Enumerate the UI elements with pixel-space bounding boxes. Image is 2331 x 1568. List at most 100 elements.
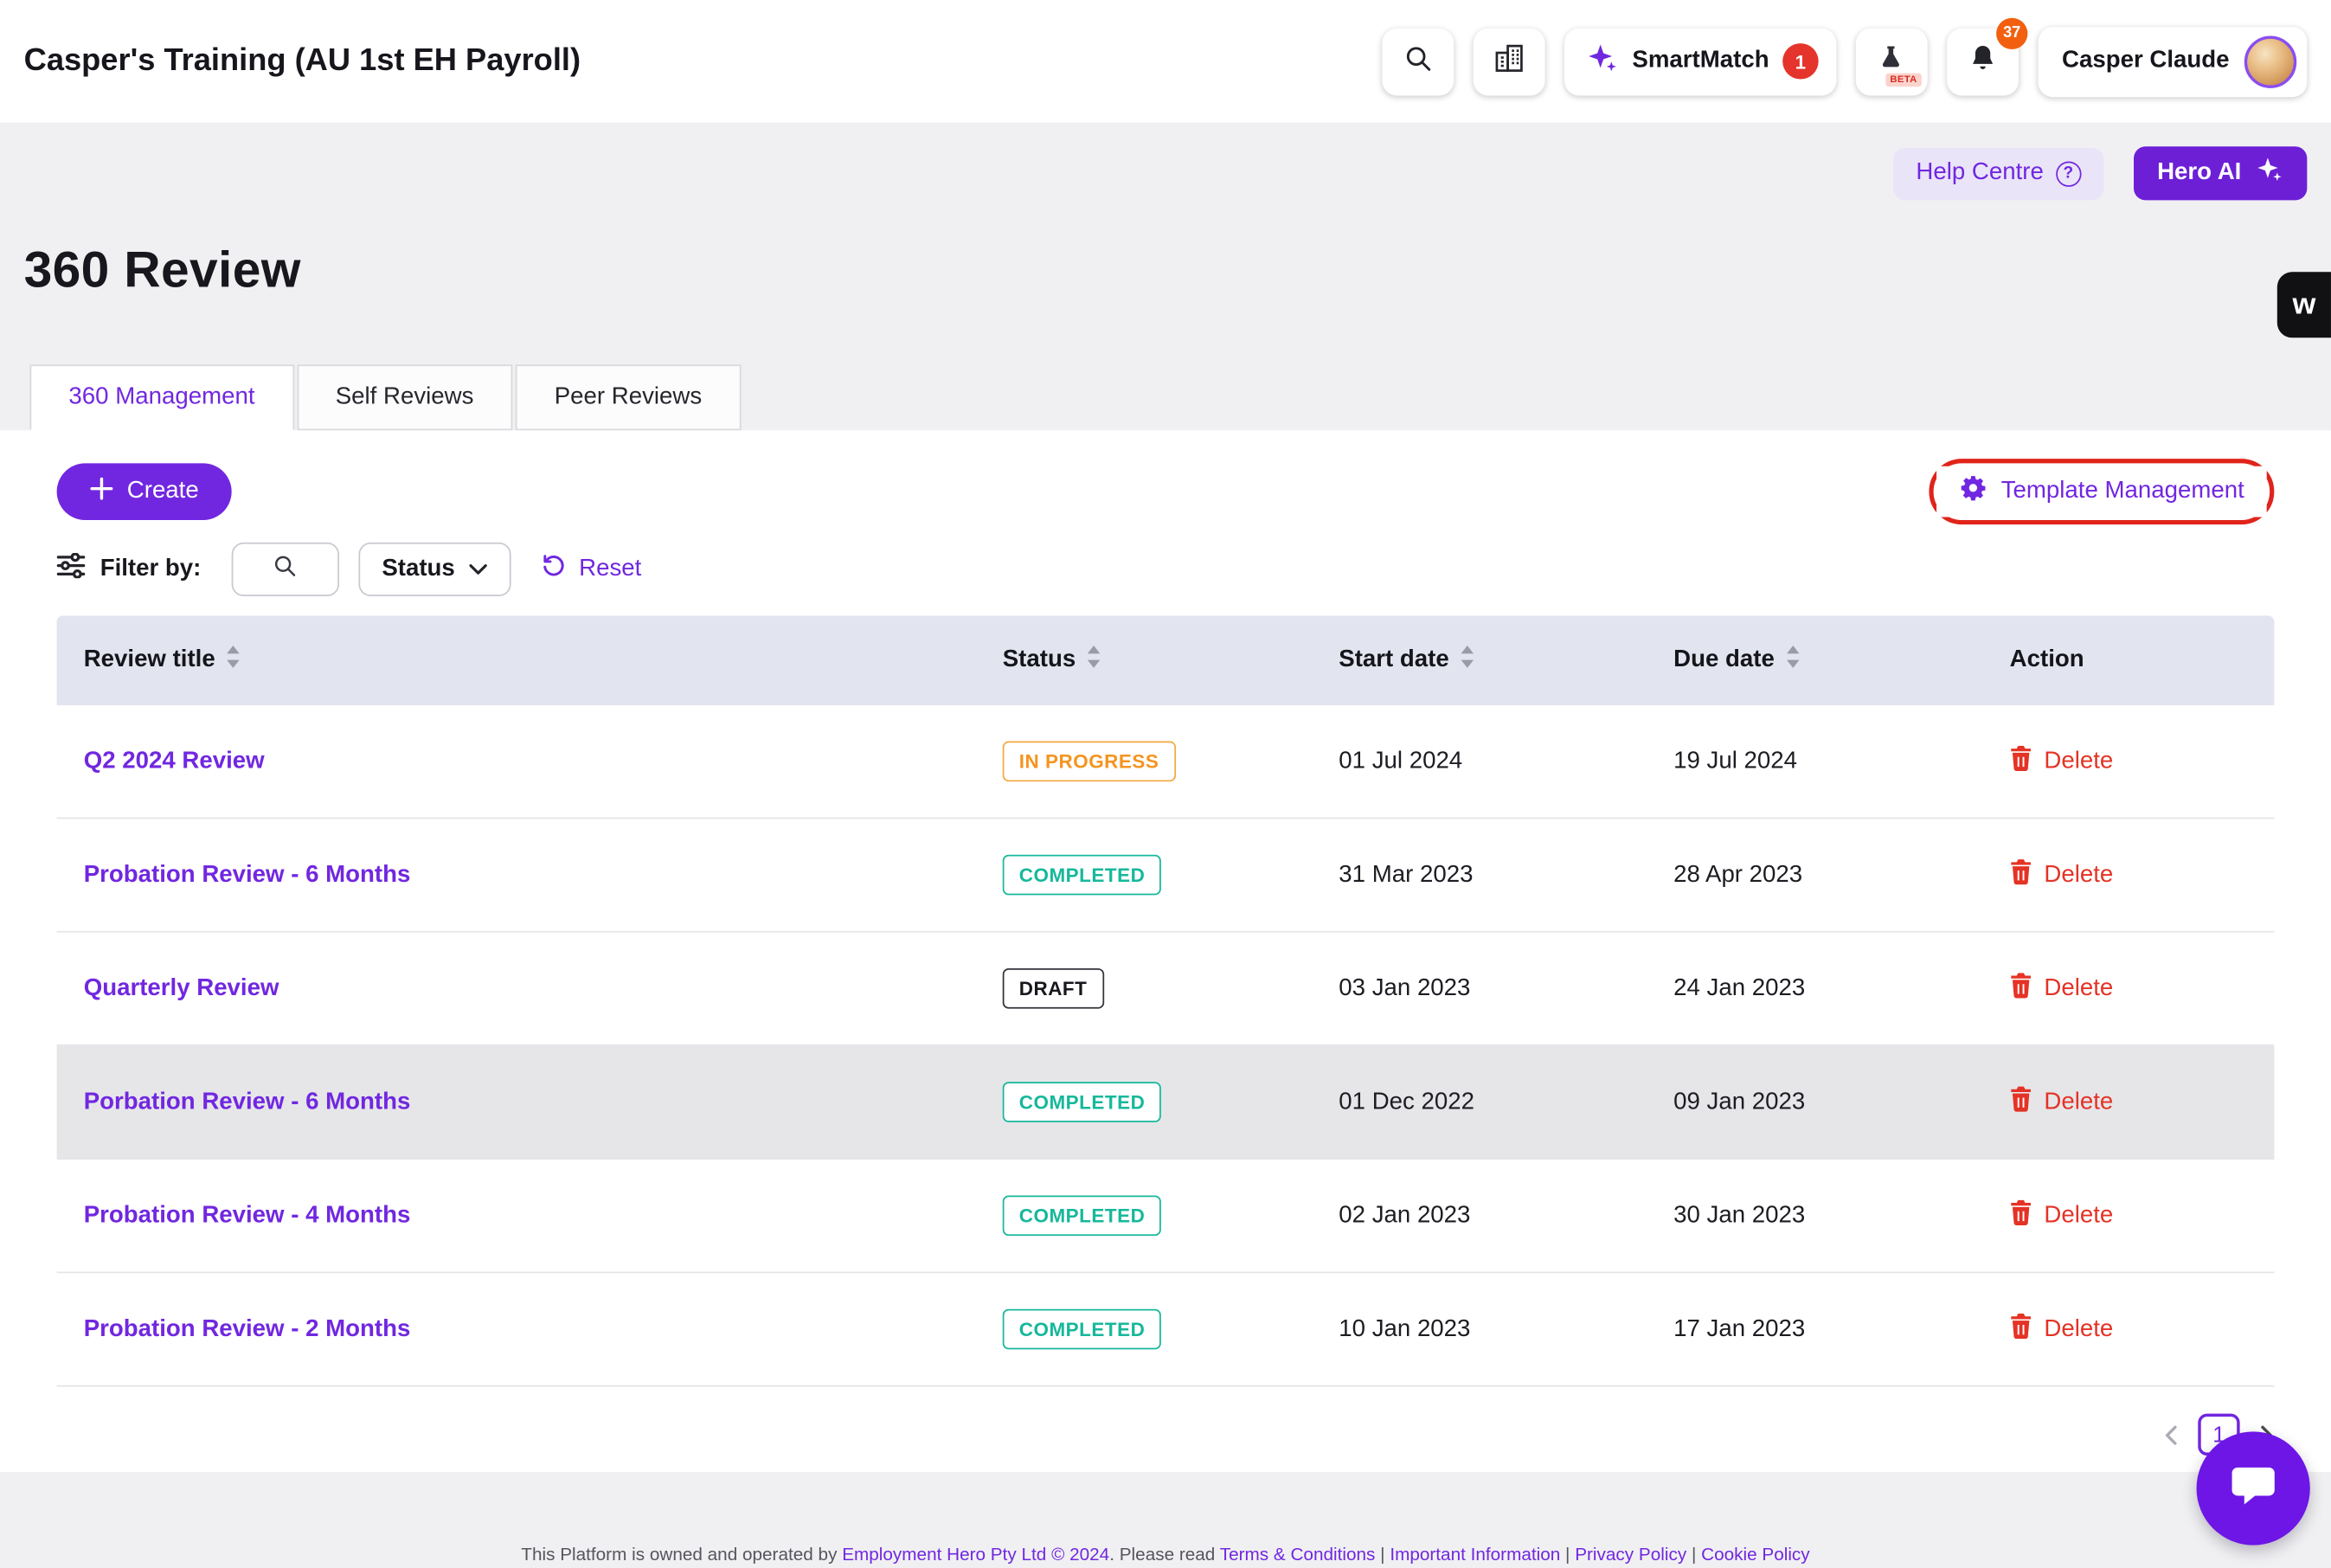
status-badge: DRAFT <box>1003 968 1104 1009</box>
trash-icon <box>2010 1086 2032 1119</box>
header-actions: Help Centre ? Hero AI <box>1894 146 2308 200</box>
reset-label: Reset <box>579 556 641 582</box>
smartmatch-label: SmartMatch <box>1632 48 1769 74</box>
review-title-link[interactable]: Porbation Review - 6 Months <box>84 1089 411 1114</box>
delete-button[interactable]: Delete <box>1983 1086 2275 1119</box>
notification-count-badge: 37 <box>1996 17 2027 48</box>
column-label: Due date <box>1673 647 1775 674</box>
review-title-link[interactable]: Q2 2024 Review <box>84 748 265 773</box>
main-panel: Create Template Management Filter by: <box>0 430 2331 1472</box>
footer-separator: | <box>1560 1544 1575 1565</box>
chat-widget-button[interactable] <box>2197 1431 2310 1545</box>
smartmatch-button[interactable]: SmartMatch 1 <box>1565 28 1837 95</box>
search-icon <box>272 553 297 586</box>
beta-labs-button[interactable]: BETA <box>1856 28 1928 95</box>
review-title-link[interactable]: Probation Review - 6 Months <box>84 862 411 887</box>
trash-icon <box>2010 972 2032 1005</box>
review-title-link[interactable]: Probation Review - 2 Months <box>84 1316 411 1341</box>
column-label: Status <box>1003 647 1076 674</box>
hero-ai-label: Hero AI <box>2157 160 2241 187</box>
tab-self-reviews[interactable]: Self Reviews <box>297 364 513 430</box>
status-badge: IN PROGRESS <box>1003 742 1176 782</box>
start-date: 03 Jan 2023 <box>1312 975 1647 1002</box>
due-date: 09 Jan 2023 <box>1647 1089 1983 1115</box>
delete-button[interactable]: Delete <box>1983 1199 2275 1232</box>
notifications-button[interactable]: 37 <box>1947 28 2019 95</box>
search-icon <box>1403 42 1434 80</box>
table-row: Probation Review - 6 Months COMPLETED 31… <box>57 819 2275 932</box>
status-cell: COMPLETED <box>976 1082 1313 1122</box>
column-header-action: Action <box>1983 647 2275 674</box>
column-label: Start date <box>1339 647 1448 674</box>
template-management-button[interactable]: Template Management <box>1936 466 2266 517</box>
reset-filters-button[interactable]: Reset <box>542 553 641 586</box>
footer-link-terms[interactable]: Terms & Conditions <box>1220 1544 1376 1565</box>
footer-link-privacy-policy[interactable]: Privacy Policy <box>1575 1544 1686 1565</box>
review-title-cell: Probation Review - 6 Months <box>57 862 976 889</box>
due-date: 17 Jan 2023 <box>1647 1316 1983 1343</box>
review-title-link[interactable]: Probation Review - 4 Months <box>84 1202 411 1227</box>
status-badge: COMPLETED <box>1003 1082 1162 1122</box>
sparkle-icon <box>2255 156 2283 191</box>
delete-label: Delete <box>2044 1316 2113 1343</box>
user-menu-button[interactable]: Casper Claude <box>2038 26 2307 96</box>
refresh-icon <box>542 553 567 586</box>
table-row: Q2 2024 Review IN PROGRESS 01 Jul 2024 1… <box>57 705 2275 819</box>
delete-label: Delete <box>2044 1202 2113 1229</box>
table-row: Porbation Review - 6 Months COMPLETED 01… <box>57 1046 2275 1160</box>
previous-page-button[interactable] <box>2164 1425 2178 1444</box>
help-centre-label: Help Centre <box>1916 160 2043 187</box>
trash-icon <box>2010 1199 2032 1232</box>
review-title-link[interactable]: Quarterly Review <box>84 975 279 1000</box>
footer-link-important-information[interactable]: Important Information <box>1390 1544 1560 1565</box>
start-date: 01 Dec 2022 <box>1312 1089 1647 1115</box>
question-circle-icon: ? <box>2056 161 2081 186</box>
status-badge: COMPLETED <box>1003 1196 1162 1237</box>
hero-ai-button[interactable]: Hero AI <box>2133 146 2307 200</box>
footer-link-company[interactable]: Employment Hero Pty Ltd <box>842 1544 1046 1565</box>
column-header-start-date[interactable]: Start date <box>1312 646 1647 676</box>
delete-button[interactable]: Delete <box>1983 1313 2275 1346</box>
table-row: Probation Review - 2 Months COMPLETED 10… <box>57 1273 2275 1386</box>
column-header-due-date[interactable]: Due date <box>1647 646 1983 676</box>
column-label: Review title <box>84 647 215 674</box>
tab-360-management[interactable]: 360 Management <box>30 364 294 430</box>
sort-icon <box>1785 646 1800 676</box>
org-title: Casper's Training (AU 1st EH Payroll) <box>24 43 581 79</box>
column-header-review-title[interactable]: Review title <box>57 646 976 676</box>
help-centre-link[interactable]: Help Centre ? <box>1894 147 2103 199</box>
due-date: 28 Apr 2023 <box>1647 862 1983 889</box>
table-row: Probation Review - 4 Months COMPLETED 02… <box>57 1160 2275 1273</box>
delete-label: Delete <box>2044 862 2113 889</box>
sort-icon <box>1460 646 1474 676</box>
company-switcher-button[interactable] <box>1474 28 1545 95</box>
footer-text: This Platform is owned and operated by <box>521 1544 842 1565</box>
trash-icon <box>2010 745 2032 778</box>
status-badge: COMPLETED <box>1003 855 1162 896</box>
status-filter-dropdown[interactable]: Status <box>358 543 512 596</box>
footer-copyright: © 2024 <box>1046 1544 1109 1565</box>
topbar: Casper's Training (AU 1st EH Payroll) Sm… <box>0 0 2331 123</box>
delete-button[interactable]: Delete <box>1983 972 2275 1005</box>
template-management-label: Template Management <box>2001 479 2244 505</box>
column-label: Action <box>2010 647 2084 674</box>
footer-separator: | <box>1686 1544 1701 1565</box>
column-header-status[interactable]: Status <box>976 646 1313 676</box>
delete-button[interactable]: Delete <box>1983 858 2275 891</box>
sort-icon <box>1086 646 1101 676</box>
start-date: 10 Jan 2023 <box>1312 1316 1647 1343</box>
filter-by-label: Filter by: <box>100 556 202 582</box>
due-date: 24 Jan 2023 <box>1647 975 1983 1002</box>
buildings-icon <box>1493 41 1526 81</box>
search-button[interactable] <box>1383 28 1454 95</box>
wistia-widget-tab[interactable]: w <box>2277 272 2331 337</box>
footer-link-cookie-policy[interactable]: Cookie Policy <box>1701 1544 1810 1565</box>
table-search-input[interactable] <box>231 543 338 596</box>
tab-label: 360 Management <box>68 384 254 411</box>
toolbar: Create Template Management <box>57 430 2275 524</box>
create-button[interactable]: Create <box>57 463 232 520</box>
tab-peer-reviews[interactable]: Peer Reviews <box>516 364 741 430</box>
delete-button[interactable]: Delete <box>1983 745 2275 778</box>
chevron-down-icon <box>470 556 488 582</box>
start-date: 01 Jul 2024 <box>1312 748 1647 774</box>
